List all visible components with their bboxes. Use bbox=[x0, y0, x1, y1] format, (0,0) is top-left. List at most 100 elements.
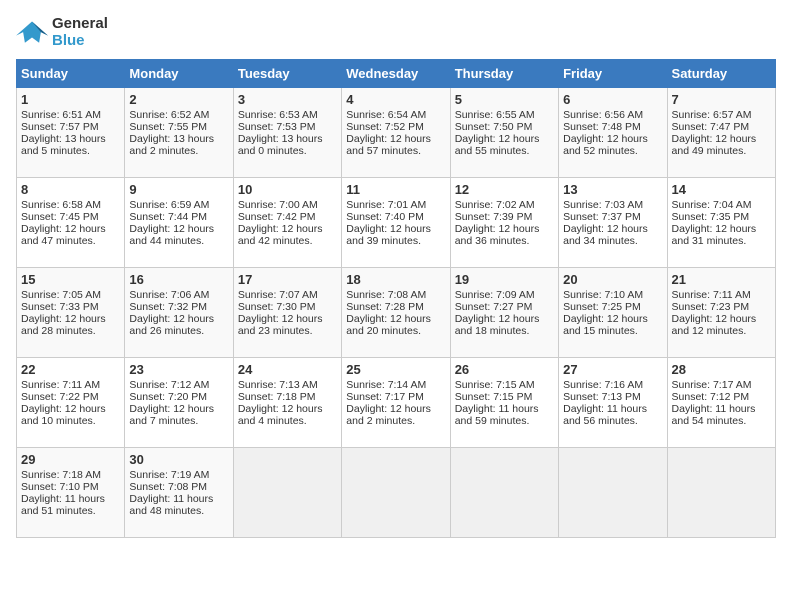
calendar-cell bbox=[342, 448, 450, 538]
day-number: 17 bbox=[238, 272, 337, 287]
day-number: 10 bbox=[238, 182, 337, 197]
day-info: Sunset: 7:50 PM bbox=[455, 121, 554, 133]
calendar-cell: 17 Sunrise: 7:07 AMSunset: 7:30 PMDayligh… bbox=[233, 268, 341, 358]
calendar-cell: 15 Sunrise: 7:05 AMSunset: 7:33 PMDayligh… bbox=[17, 268, 125, 358]
day-info: Sunrise: 7:10 AM bbox=[563, 289, 662, 301]
day-info: Sunrise: 6:57 AM bbox=[672, 109, 771, 121]
day-info: Daylight: 11 hours and 51 minutes. bbox=[21, 493, 120, 517]
day-info: Sunset: 7:17 PM bbox=[346, 391, 445, 403]
day-info: Sunset: 7:10 PM bbox=[21, 481, 120, 493]
calendar-cell bbox=[233, 448, 341, 538]
day-info: Sunset: 7:32 PM bbox=[129, 301, 228, 313]
day-info: Daylight: 12 hours and 31 minutes. bbox=[672, 223, 771, 247]
calendar-cell: 3Sunrise: 6:53 AMSunset: 7:53 PMDaylight… bbox=[233, 88, 341, 178]
calendar-cell: 11 Sunrise: 7:01 AMSunset: 7:40 PMDayligh… bbox=[342, 178, 450, 268]
calendar-cell: 23Sunrise: 7:12 AMSunset: 7:20 PMDayligh… bbox=[125, 358, 233, 448]
logo-text: General Blue bbox=[52, 16, 108, 49]
day-info: Sunset: 7:37 PM bbox=[563, 211, 662, 223]
calendar-cell: 27Sunrise: 7:16 AMSunset: 7:13 PMDayligh… bbox=[559, 358, 667, 448]
calendar-cell: 22Sunrise: 7:11 AMSunset: 7:22 PMDayligh… bbox=[17, 358, 125, 448]
day-info: Sunset: 7:42 PM bbox=[238, 211, 337, 223]
week-row-1: 1Sunrise: 6:51 AMSunset: 7:57 PMDaylight… bbox=[17, 88, 776, 178]
day-info: Daylight: 11 hours and 54 minutes. bbox=[672, 403, 771, 427]
day-info: Daylight: 12 hours and 20 minutes. bbox=[346, 313, 445, 337]
day-info: Sunrise: 7:18 AM bbox=[21, 469, 120, 481]
day-info: Daylight: 12 hours and 39 minutes. bbox=[346, 223, 445, 247]
week-row-3: 15Sunrise: 7:05 AMSunset: 7:33 PMDayligh… bbox=[17, 268, 776, 358]
calendar-cell: 6Sunrise: 6:56 AMSunset: 7:48 PMDaylight… bbox=[559, 88, 667, 178]
day-info: Daylight: 12 hours and 52 minutes. bbox=[563, 133, 662, 157]
col-header-thursday: Thursday bbox=[450, 60, 558, 88]
day-number: 3 bbox=[238, 92, 337, 107]
day-number: 8 bbox=[21, 182, 120, 197]
day-info: Daylight: 12 hours and 28 minutes. bbox=[21, 313, 120, 337]
week-row-4: 22Sunrise: 7:11 AMSunset: 7:22 PMDayligh… bbox=[17, 358, 776, 448]
day-info: Sunset: 7:40 PM bbox=[346, 211, 445, 223]
col-header-monday: Monday bbox=[125, 60, 233, 88]
col-header-saturday: Saturday bbox=[667, 60, 775, 88]
week-row-2: 8Sunrise: 6:58 AMSunset: 7:45 PMDaylight… bbox=[17, 178, 776, 268]
calendar-cell: 26Sunrise: 7:15 AMSunset: 7:15 PMDayligh… bbox=[450, 358, 558, 448]
day-info: Daylight: 12 hours and 12 minutes. bbox=[672, 313, 771, 337]
day-number: 13 bbox=[563, 182, 662, 197]
calendar-cell: 1Sunrise: 6:51 AMSunset: 7:57 PMDaylight… bbox=[17, 88, 125, 178]
day-info: Daylight: 11 hours and 48 minutes. bbox=[129, 493, 228, 517]
day-info: Sunrise: 7:05 AM bbox=[21, 289, 120, 301]
day-info: Sunrise: 7:07 AM bbox=[238, 289, 337, 301]
calendar-table: SundayMondayTuesdayWednesdayThursdayFrid… bbox=[16, 59, 776, 538]
calendar-cell: 28Sunrise: 7:17 AMSunset: 7:12 PMDayligh… bbox=[667, 358, 775, 448]
calendar-cell: 24Sunrise: 7:13 AMSunset: 7:18 PMDayligh… bbox=[233, 358, 341, 448]
day-info: Sunset: 7:45 PM bbox=[21, 211, 120, 223]
day-info: Sunrise: 7:03 AM bbox=[563, 199, 662, 211]
day-info: Sunrise: 6:58 AM bbox=[21, 199, 120, 211]
day-info: Sunset: 7:12 PM bbox=[672, 391, 771, 403]
day-info: Sunset: 7:30 PM bbox=[238, 301, 337, 313]
logo: General Blue bbox=[16, 16, 108, 49]
day-info: Sunset: 7:22 PM bbox=[21, 391, 120, 403]
day-info: Sunrise: 7:19 AM bbox=[129, 469, 228, 481]
calendar-cell: 30Sunrise: 7:19 AMSunset: 7:08 PMDayligh… bbox=[125, 448, 233, 538]
day-info: Daylight: 12 hours and 42 minutes. bbox=[238, 223, 337, 247]
day-info: Sunset: 7:39 PM bbox=[455, 211, 554, 223]
day-info: Sunrise: 7:12 AM bbox=[129, 379, 228, 391]
day-info: Daylight: 12 hours and 23 minutes. bbox=[238, 313, 337, 337]
calendar-cell: 12Sunrise: 7:02 AMSunset: 7:39 PMDayligh… bbox=[450, 178, 558, 268]
day-info: Daylight: 12 hours and 49 minutes. bbox=[672, 133, 771, 157]
calendar-cell: 18Sunrise: 7:08 AMSunset: 7:28 PMDayligh… bbox=[342, 268, 450, 358]
calendar-cell: 5Sunrise: 6:55 AMSunset: 7:50 PMDaylight… bbox=[450, 88, 558, 178]
day-number: 16 bbox=[129, 272, 228, 287]
header: General Blue bbox=[16, 16, 776, 49]
day-info: Sunrise: 6:52 AM bbox=[129, 109, 228, 121]
day-info: Daylight: 12 hours and 47 minutes. bbox=[21, 223, 120, 247]
day-info: Daylight: 12 hours and 44 minutes. bbox=[129, 223, 228, 247]
day-info: Daylight: 12 hours and 18 minutes. bbox=[455, 313, 554, 337]
day-number: 11 bbox=[346, 182, 445, 197]
day-info: Sunrise: 7:08 AM bbox=[346, 289, 445, 301]
day-info: Sunset: 7:33 PM bbox=[21, 301, 120, 313]
day-info: Daylight: 12 hours and 4 minutes. bbox=[238, 403, 337, 427]
day-number: 7 bbox=[672, 92, 771, 107]
day-info: Sunrise: 7:14 AM bbox=[346, 379, 445, 391]
day-info: Daylight: 12 hours and 15 minutes. bbox=[563, 313, 662, 337]
day-info: Sunset: 7:53 PM bbox=[238, 121, 337, 133]
col-header-friday: Friday bbox=[559, 60, 667, 88]
day-info: Sunrise: 7:01 AM bbox=[346, 199, 445, 211]
day-number: 26 bbox=[455, 362, 554, 377]
day-number: 24 bbox=[238, 362, 337, 377]
day-number: 15 bbox=[21, 272, 120, 287]
day-info: Sunrise: 7:00 AM bbox=[238, 199, 337, 211]
day-info: Daylight: 13 hours and 2 minutes. bbox=[129, 133, 228, 157]
day-info: Sunrise: 6:54 AM bbox=[346, 109, 445, 121]
calendar-cell: 20Sunrise: 7:10 AMSunset: 7:25 PMDayligh… bbox=[559, 268, 667, 358]
day-number: 23 bbox=[129, 362, 228, 377]
day-info: Daylight: 13 hours and 0 minutes. bbox=[238, 133, 337, 157]
day-number: 29 bbox=[21, 452, 120, 467]
day-info: Daylight: 11 hours and 59 minutes. bbox=[455, 403, 554, 427]
day-number: 6 bbox=[563, 92, 662, 107]
day-info: Sunrise: 7:04 AM bbox=[672, 199, 771, 211]
day-number: 18 bbox=[346, 272, 445, 287]
day-info: Sunset: 7:52 PM bbox=[346, 121, 445, 133]
day-info: Sunset: 7:13 PM bbox=[563, 391, 662, 403]
day-info: Daylight: 13 hours and 5 minutes. bbox=[21, 133, 120, 157]
day-info: Sunrise: 6:56 AM bbox=[563, 109, 662, 121]
